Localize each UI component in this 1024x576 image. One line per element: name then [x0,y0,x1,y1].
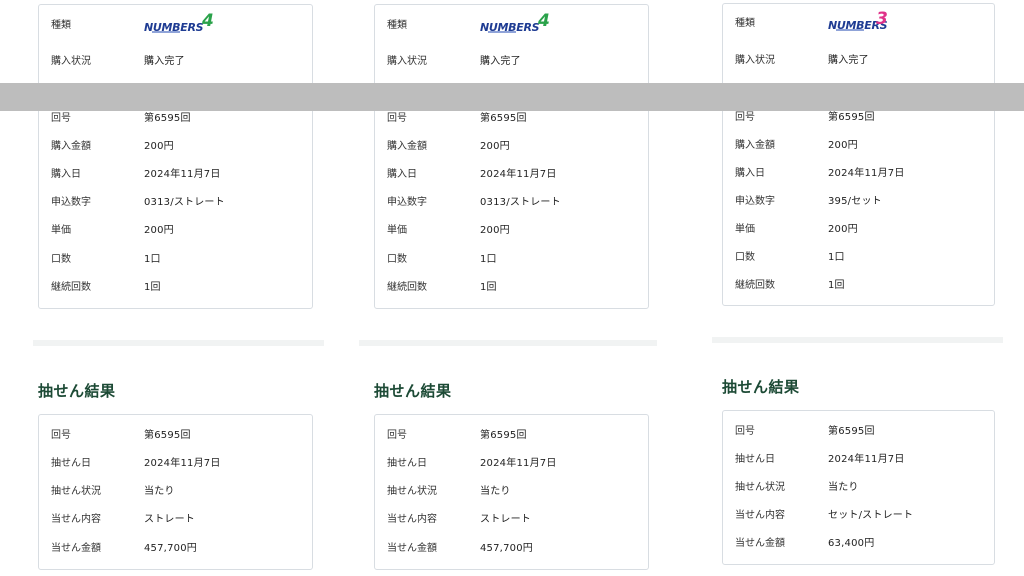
detail-row: 継続回数 1回 [735,280,845,291]
detail-row: 口数 1口 [51,254,161,265]
type-label: 種類 [51,20,71,31]
draw-result-card: 回号 第6595回 抽せん日 2024年11月7日 抽せん状況 当たり 当せん内… [38,414,313,570]
numbers4-logo: NUMBERS 4 [480,11,550,34]
detail-row: 申込数字 0313/ストレート [387,197,561,208]
status-row: 購入状況 購入完了 [387,56,521,67]
type-label: 種類 [735,18,755,29]
result-row: 当せん内容 セット/ストレート [735,510,914,521]
detail-row: 購入金額 200円 [51,141,174,152]
result-row: 当せん金額 457,700円 [51,543,197,554]
result-row: 抽せん日 2024年11月7日 [51,458,221,469]
numbers3-logo: NUMBERS 3 [828,9,888,32]
result-heading: 抽せん結果 [722,378,800,396]
purchase-details-card: 種類 NUMBERS 4 購入状況 購入完了 回号 第6595回 購入金額 20… [374,4,649,309]
detail-row: 購入日 2024年11月7日 [387,169,557,180]
section-divider [359,340,657,346]
detail-row: 回号 第6595回 [735,112,875,123]
detail-row: 口数 1口 [387,254,497,265]
result-row: 回号 第6595回 [735,426,875,437]
detail-row: 継続回数 1回 [51,282,161,293]
detail-row: 申込数字 395/セット [735,196,882,207]
result-row: 当せん金額 457,700円 [387,543,533,554]
type-label: 種類 [387,20,407,31]
detail-row: 単価 200円 [387,225,510,236]
result-heading: 抽せん結果 [374,382,452,400]
result-row: 回号 第6595回 [387,430,527,441]
result-row: 当せん内容 ストレート [387,514,531,525]
type-row: 種類 NUMBERS 4 [39,11,312,36]
numbers4-logo: NUMBERS 4 [144,11,214,34]
detail-row: 回号 第6595回 [387,113,527,124]
result-row: 抽せん日 2024年11月7日 [387,458,557,469]
purchase-details-card: 種類 NUMBERS 3 購入状況 購入完了 回号 第6595回 購入金額 20… [722,3,995,306]
result-row: 当せん内容 ストレート [51,514,195,525]
overlay-band [0,83,1024,111]
detail-row: 購入日 2024年11月7日 [51,169,221,180]
purchase-details-card: 種類 NUMBERS 4 購入状況 購入完了 回号 第6595回 購入金額 20… [38,4,313,309]
detail-row: 継続回数 1回 [387,282,497,293]
detail-row: 購入金額 200円 [735,140,858,151]
detail-row: 購入金額 200円 [387,141,510,152]
type-row: 種類 NUMBERS 3 [723,9,994,34]
result-heading: 抽せん結果 [38,382,116,400]
detail-row: 購入日 2024年11月7日 [735,168,905,179]
detail-row: 口数 1口 [735,252,845,263]
status-row: 購入状況 購入完了 [51,56,185,67]
status-row: 購入状況 購入完了 [735,55,869,66]
detail-row: 回号 第6595回 [51,113,191,124]
draw-result-card: 回号 第6595回 抽せん日 2024年11月7日 抽せん状況 当たり 当せん内… [722,410,995,565]
result-row: 回号 第6595回 [51,430,191,441]
result-row: 抽せん状況 当たり [387,486,511,497]
detail-row: 申込数字 0313/ストレート [51,197,225,208]
detail-row: 単価 200円 [51,225,174,236]
result-row: 抽せん日 2024年11月7日 [735,454,905,465]
detail-row: 単価 200円 [735,224,858,235]
result-row: 当せん金額 63,400円 [735,538,875,549]
type-row: 種類 NUMBERS 4 [375,11,648,36]
result-row: 抽せん状況 当たり [51,486,175,497]
section-divider [33,340,324,346]
result-row: 抽せん状況 当たり [735,482,859,493]
draw-result-card: 回号 第6595回 抽せん日 2024年11月7日 抽せん状況 当たり 当せん内… [374,414,649,570]
section-divider [712,337,1003,343]
